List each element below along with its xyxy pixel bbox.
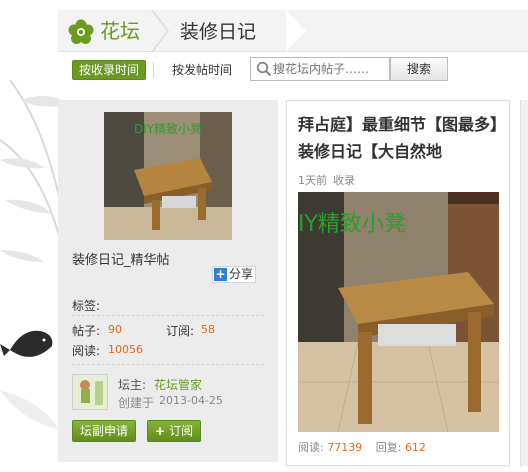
- owner-name-link[interactable]: 花坛管家: [154, 376, 202, 393]
- plus-icon: +: [155, 424, 166, 438]
- forum-header: 花坛 装修日记: [58, 10, 528, 52]
- post-meta: 1天前 收录: [298, 172, 355, 188]
- avatar-image: [73, 375, 107, 409]
- post-image[interactable]: IY精致小凳: [298, 192, 499, 432]
- forum-title: 装修日记_精华帖: [72, 253, 170, 268]
- koi-fish-icon: [0, 330, 53, 357]
- apply-deputy-button[interactable]: 坛副申请: [72, 420, 137, 442]
- posts-label: 帖子:: [72, 324, 101, 338]
- forum-cover-image[interactable]: DIY精致小凳: [104, 112, 232, 240]
- replies-label: 回复:: [375, 441, 402, 454]
- brand-name[interactable]: 花坛: [100, 18, 140, 44]
- share-label: 分享: [229, 267, 254, 281]
- search-icon: [256, 61, 272, 77]
- breadcrumb-arrow: [286, 10, 306, 52]
- sort-and-search-bar: 按收录时间 按发帖时间 搜索: [58, 52, 528, 90]
- cover-caption: DIY精致小凳: [133, 122, 203, 136]
- divider: [153, 62, 154, 78]
- search-box[interactable]: [250, 57, 390, 81]
- share-plus-icon: +: [214, 267, 227, 281]
- post-title-link[interactable]: 拜占庭】最重细节【图最多】装修日记【大自然地: [298, 111, 504, 165]
- forum-info-panel: DIY精致小凳 装修日记_精华帖 + 分享 标签: 帖子: 90 订阅: 58 …: [58, 100, 278, 462]
- post-tag: 收录: [333, 174, 355, 187]
- subscriptions-label: 订阅:: [166, 324, 195, 338]
- sort-by-posted-button[interactable]: 按发帖时间: [172, 60, 232, 80]
- next-card-edge: [520, 100, 528, 466]
- flower-logo-icon: [68, 19, 94, 44]
- tags-label: 标签:: [72, 299, 101, 313]
- post-time: 1天前: [298, 174, 327, 187]
- divider: [72, 315, 264, 316]
- reads-count: 77139: [327, 441, 363, 454]
- post-stats: 阅读: 77139 回复: 612: [298, 439, 426, 455]
- posts-count: 90: [108, 323, 122, 336]
- search-button[interactable]: 搜索: [390, 57, 448, 81]
- owner-avatar[interactable]: [72, 374, 108, 410]
- breadcrumb-separator: [151, 10, 169, 52]
- image-caption: IY精致小凳: [298, 212, 406, 237]
- sort-by-collected-button[interactable]: 按收录时间: [72, 60, 147, 80]
- subscribe-label: 订阅: [169, 424, 194, 438]
- reads-label: 阅读:: [72, 344, 101, 358]
- post-card[interactable]: 拜占庭】最重细节【图最多】装修日记【大自然地 1天前 收录 IY精致小凳 阅读: …: [286, 100, 510, 466]
- reads-count: 10056: [108, 343, 143, 356]
- divider: [72, 364, 264, 365]
- breadcrumb-title[interactable]: 装修日记: [180, 19, 256, 45]
- created-date: 2013-04-25: [159, 394, 223, 407]
- created-label: 创建于: [118, 396, 155, 410]
- share-button[interactable]: + 分享: [212, 266, 256, 283]
- search-input[interactable]: [273, 58, 387, 80]
- subscribe-button[interactable]: + 订阅: [147, 420, 202, 442]
- replies-count: 612: [404, 441, 426, 454]
- owner-label: 坛主:: [118, 378, 147, 392]
- reads-label: 阅读:: [298, 441, 324, 454]
- subscriptions-count: 58: [201, 323, 215, 336]
